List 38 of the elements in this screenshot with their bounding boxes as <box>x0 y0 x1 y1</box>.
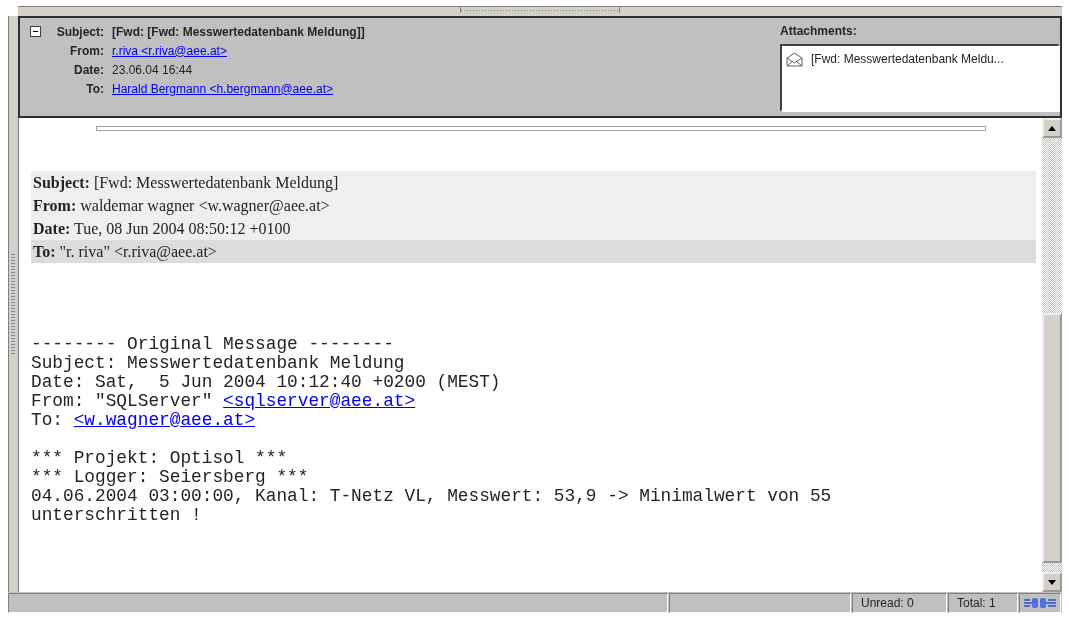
unread-count: Unread: 0 <box>852 593 947 613</box>
splitter-handle[interactable] <box>11 254 15 354</box>
date-text: 23.06.04 16:44 <box>112 61 193 79</box>
text-line: *** Logger: Seiersberg *** <box>31 468 310 487</box>
text-line: *** Projekt: Optisol *** <box>31 449 289 468</box>
text-line: unterschritten ! <box>31 506 203 525</box>
scroll-down-button[interactable] <box>1042 572 1062 592</box>
scroll-up-button[interactable] <box>1042 118 1062 138</box>
text-line: Date: Sat, 5 Jun 2004 10:12:40 +0200 (MEST) <box>31 373 502 392</box>
down-arrow-icon <box>1048 579 1056 585</box>
subject-text: [Fwd: [Fwd: Messwertedatenbank Meldung]] <box>112 23 365 41</box>
field-label: To: <box>85 80 105 98</box>
email-link[interactable]: <sqlserver@aee.at> <box>223 391 416 411</box>
text-line: -------- Original Message -------- <box>31 335 395 354</box>
text-line: From: "SQLServer" <box>31 391 214 411</box>
attachment-item[interactable]: [Fwd: Messwertedatenbank Meldu... <box>786 50 1004 68</box>
connection-icon <box>1024 597 1056 609</box>
email-link[interactable]: Harald Bergmann <h.bergmann@aee.at> <box>112 79 333 98</box>
collapse-icon[interactable] <box>29 26 41 37</box>
header-row: Subject: [Fwd: Messwertedatenbank Meldung] <box>31 171 1036 194</box>
field-label: Date: <box>73 61 105 79</box>
field-label: Subject: <box>55 23 105 41</box>
envelope-icon <box>786 51 803 67</box>
email-link[interactable]: <w.wagner@aee.at> <box>73 410 256 430</box>
field-label: From: <box>69 42 105 60</box>
total-count: Total: 1 <box>948 593 1018 613</box>
header-row: Date: Tue, 08 Jun 2004 08:50:12 +0100 <box>31 217 1036 240</box>
splitter-handle[interactable] <box>460 7 620 13</box>
scrollbar[interactable] <box>1042 118 1062 592</box>
header-row: To: "r. riva" <r.riva@aee.at> <box>31 240 1036 263</box>
email-link[interactable]: r.riva <r.riva@aee.at> <box>112 41 227 60</box>
header-row: From: waldemar wagner <w.wagner@aee.at> <box>31 194 1036 217</box>
text-line: Subject: Messwertedatenbank Meldung <box>31 354 406 373</box>
attachments-label: Attachments: <box>780 23 858 40</box>
text-line: 04.06.2004 03:00:00, Kanal: T-Netz VL, Messwert: 53,9 -> Minimalwert von 55 <box>31 487 833 506</box>
scroll-thumb[interactable] <box>1042 313 1062 563</box>
text-line: To: <box>31 410 64 430</box>
up-arrow-icon <box>1048 125 1056 131</box>
